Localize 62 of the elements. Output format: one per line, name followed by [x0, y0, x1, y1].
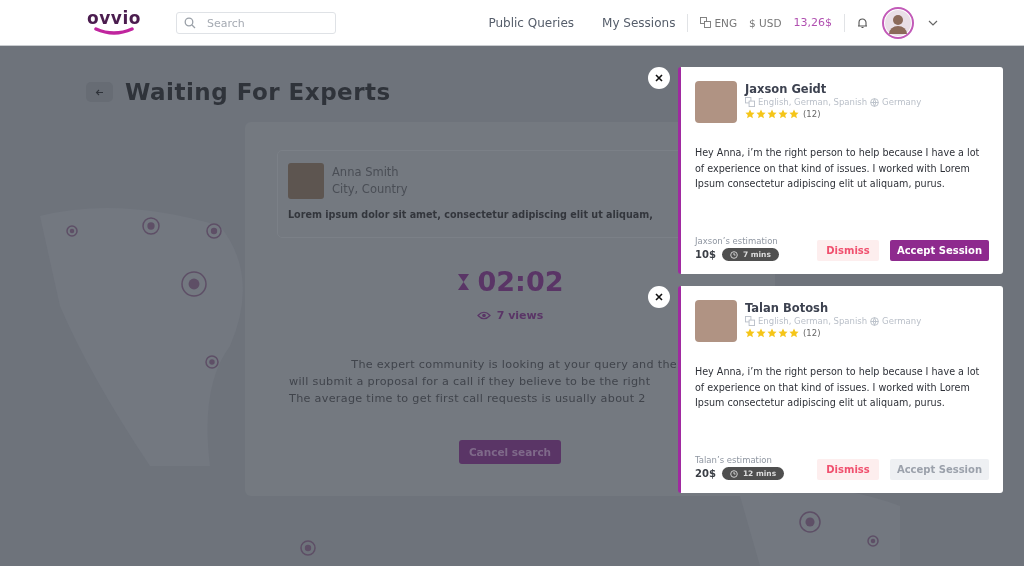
star-icon: [778, 328, 788, 338]
chevron-down-icon[interactable]: [928, 19, 938, 26]
location-marker-icon: [206, 223, 222, 239]
estimation-label: Jaxson’s estimation: [695, 236, 779, 246]
location-marker-icon: [300, 540, 316, 556]
location-marker-icon: [205, 355, 219, 369]
review-count: (12): [803, 109, 821, 119]
translate-icon: [745, 97, 755, 107]
translate-icon: [700, 17, 712, 28]
star-icon: [767, 109, 777, 119]
photo-placeholder: [695, 300, 737, 342]
close-icon: [655, 74, 663, 82]
currency-selector[interactable]: $ USD: [749, 16, 782, 29]
star-icon: [767, 328, 777, 338]
expert-name: Talan Botosh: [745, 300, 830, 316]
star-icon: [745, 328, 755, 338]
translate-icon: [745, 316, 755, 326]
price: 20$: [695, 468, 716, 479]
nav-link[interactable]: My Sessions: [602, 15, 676, 30]
review-count: (12): [803, 328, 821, 338]
balance-amount: 13,26$: [793, 16, 832, 29]
price: 10$: [695, 249, 716, 260]
estimation-label: Talan’s estimation: [695, 455, 773, 465]
expert-languages: English, German, Spanish: [758, 97, 868, 107]
page-title: Waiting For Experts: [125, 79, 391, 105]
expert-country: Germany: [882, 97, 922, 107]
expert-languages: English, German, Spanish: [758, 316, 868, 326]
location-marker-icon: [181, 271, 207, 297]
globe-icon: [870, 316, 880, 326]
views-count: 7 views: [496, 309, 544, 322]
location-marker-icon: [142, 217, 160, 235]
close-icon: [655, 293, 663, 301]
star-icon: [789, 109, 799, 119]
star-icon: [789, 328, 799, 338]
location-marker-icon: [867, 535, 879, 547]
photo-placeholder: [288, 163, 324, 199]
location-marker-icon: [66, 225, 78, 237]
expert-country: Germany: [882, 316, 922, 326]
photo-placeholder: [695, 81, 737, 123]
star-icon: [756, 109, 766, 119]
star-icon: [745, 109, 755, 119]
offer-message: Hey Anna, i’m the right person to help because I have a lot of experience on that kind of issues. I worked with Lorem Ipsum consectetur adipiscing elit ut aliquam, purus.: [695, 365, 981, 410]
star-icon: [756, 328, 766, 338]
offer-message: Hey Anna, i’m the right person to help because I have a lot of experience on that kind of issues. I worked with Lorem Ipsum consectetur adipiscing elit ut aliquam, purus.: [695, 146, 981, 191]
user-avatar[interactable]: [882, 6, 914, 39]
accept-session-button[interactable]: Accept Session: [890, 240, 989, 261]
eye-icon: [476, 311, 491, 320]
hourglass-icon: [456, 272, 470, 291]
logo[interactable]: ovvio: [86, 10, 142, 35]
close-button[interactable]: [648, 67, 670, 89]
dismiss-button[interactable]: Dismiss: [817, 240, 879, 261]
search-field[interactable]: Search: [176, 12, 336, 34]
star-icon: [778, 109, 788, 119]
countdown-timer: 02:02: [477, 266, 564, 297]
language-selector[interactable]: ENG: [700, 16, 738, 29]
expert-name: Jaxson Geidt: [745, 81, 828, 97]
location-marker-icon: [799, 511, 821, 533]
bell-icon[interactable]: [857, 16, 868, 29]
globe-icon: [870, 97, 880, 107]
query-text: Lorem ipsum dolor sit amet, consectetur adipiscing elit ut aliquam,: [288, 209, 654, 220]
arrow-left-icon: [95, 88, 104, 96]
nav-link[interactable]: Public Queries: [488, 15, 575, 30]
